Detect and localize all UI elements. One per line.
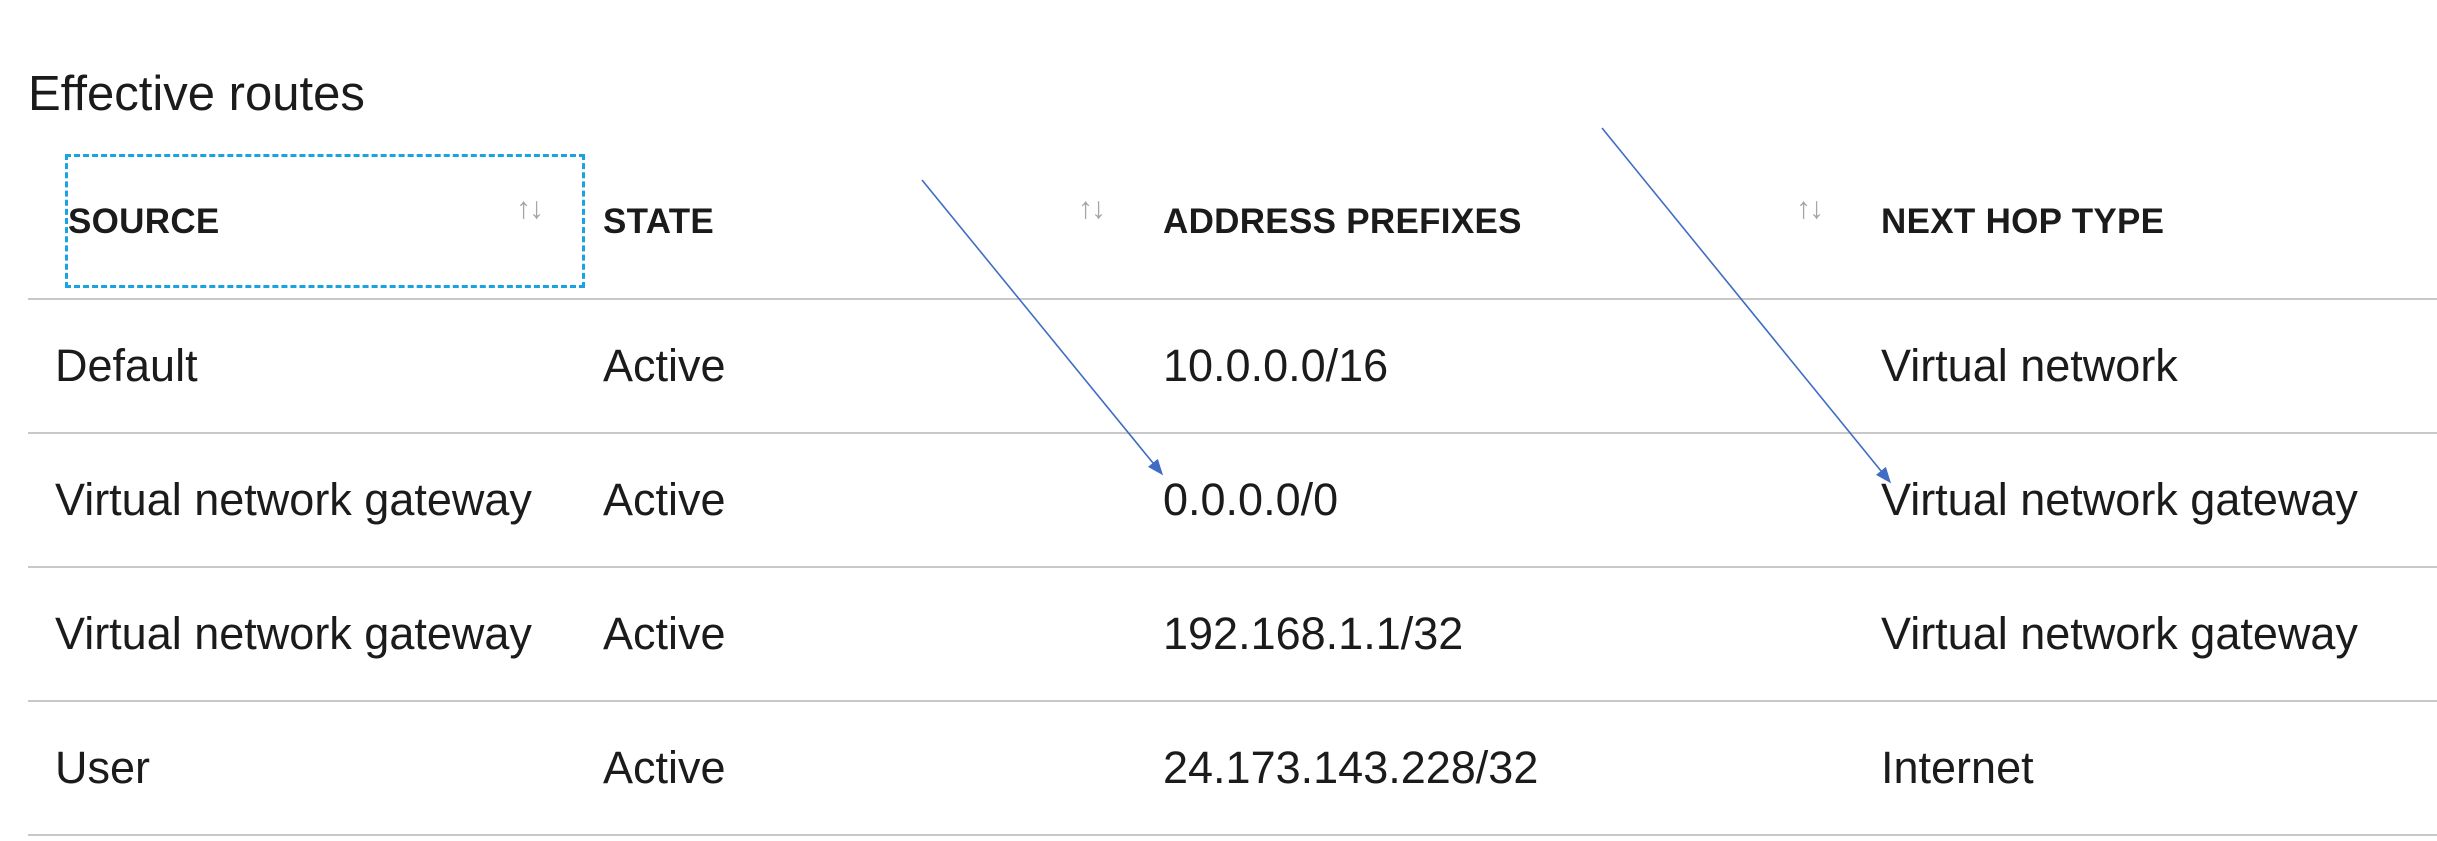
column-header-address-prefixes[interactable]: ADDRESS PREFIXES ↑↓ <box>1148 150 1866 298</box>
cell-source: Virtual network gateway <box>55 608 532 659</box>
cell-address-prefix: 10.0.0.0/16 <box>1163 340 1389 391</box>
table-row[interactable]: Virtual network gateway Active 192.168.1… <box>28 568 2437 702</box>
cell-address-prefix: 0.0.0.0/0 <box>1163 474 1339 525</box>
sort-up-down-icon[interactable]: ↑↓ <box>516 192 544 226</box>
cell-address-prefix: 24.173.143.228/32 <box>1163 742 1539 793</box>
effective-routes-table: SOURCE ↑↓ STATE ↑↓ ADDRESS PREFIXES ↑↓ N… <box>28 150 2437 836</box>
column-header-label: STATE <box>603 202 715 241</box>
cell-source: Virtual network gateway <box>55 474 532 525</box>
sort-up-down-icon[interactable]: ↑↓ <box>1078 192 1106 226</box>
table-row[interactable]: Virtual network gateway Active 0.0.0.0/0… <box>28 434 2437 568</box>
cell-state: Active <box>603 742 726 793</box>
cell-next-hop-type: Virtual network <box>1881 340 2178 391</box>
cell-address-prefix: 192.168.1.1/32 <box>1163 608 1464 659</box>
column-header-source[interactable]: SOURCE ↑↓ <box>28 150 588 298</box>
cell-state: Active <box>603 340 726 391</box>
cell-source: Default <box>55 340 198 391</box>
column-header-state[interactable]: STATE ↑↓ <box>588 150 1148 298</box>
cell-state: Active <box>603 474 726 525</box>
table-row[interactable]: Default Active 10.0.0.0/16 Virtual netwo… <box>28 300 2437 434</box>
table-header-row: SOURCE ↑↓ STATE ↑↓ ADDRESS PREFIXES ↑↓ N… <box>28 150 2437 300</box>
sort-up-down-icon[interactable]: ↑↓ <box>1796 192 1824 226</box>
cell-state: Active <box>603 608 726 659</box>
column-header-label: NEXT HOP TYPE <box>1881 202 2165 241</box>
cell-next-hop-type: Virtual network gateway <box>1881 608 2358 659</box>
cell-next-hop-type: Virtual network gateway <box>1881 474 2358 525</box>
cell-source: User <box>55 742 151 793</box>
table-row[interactable]: User Active 24.173.143.228/32 Internet <box>28 702 2437 836</box>
cell-next-hop-type: Internet <box>1881 742 2034 793</box>
page-title: Effective routes <box>28 67 365 121</box>
column-header-label: ADDRESS PREFIXES <box>1163 202 1522 241</box>
column-header-label: SOURCE <box>68 202 220 241</box>
column-header-next-hop-type[interactable]: NEXT HOP TYPE <box>1866 150 2437 298</box>
